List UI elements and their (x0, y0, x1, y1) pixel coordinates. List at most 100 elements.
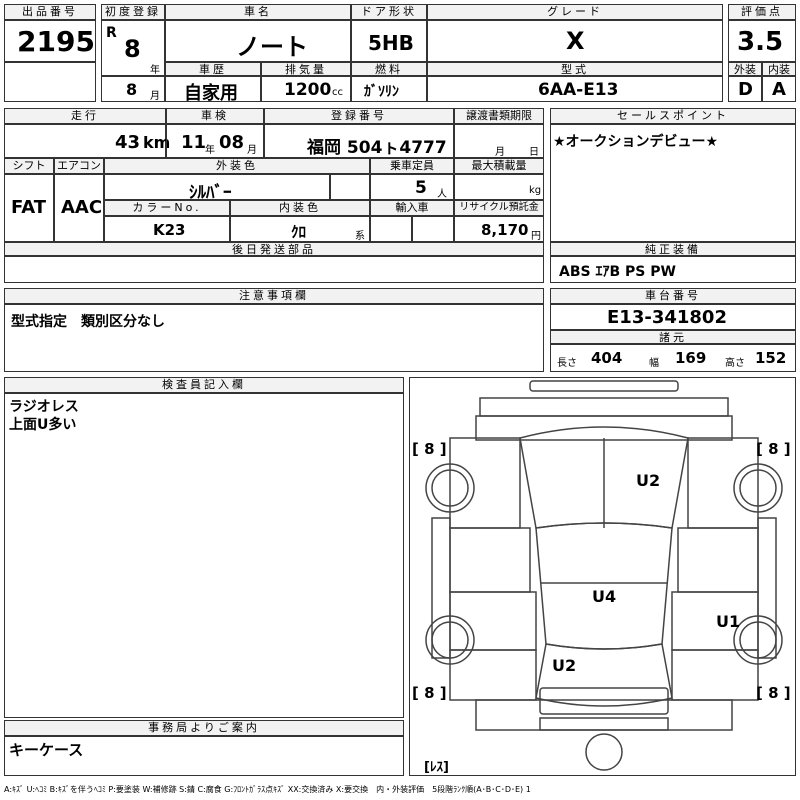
recycle-value: 8,170 (481, 221, 529, 239)
first-reg-header: 初度登録 (101, 4, 165, 20)
first-reg-year: 8 (124, 35, 141, 63)
ext-color-extra-cell (330, 174, 370, 200)
score-ext-header: 外装 (728, 62, 762, 76)
capacity-header: 乗車定員 (370, 158, 454, 174)
specs-header: 諸元 (550, 330, 796, 344)
spare-mark: [ﾚｽ] (424, 760, 449, 775)
registration-header: 登録番号 (264, 108, 454, 124)
displacement-header: 排気量 (261, 62, 351, 76)
first-reg-year-unit: 年 (150, 65, 160, 76)
right-skirt (757, 517, 777, 659)
tire-fr-mark: [ 8 ] (756, 440, 791, 458)
later-parts-header: 後日発送部品 (4, 242, 544, 256)
score-int-value: A (772, 79, 786, 100)
front-outline (479, 397, 729, 417)
aircon-header: エアコン (54, 158, 104, 174)
specs-length-label: 長さ (557, 358, 577, 369)
car-diagram: [ 8 ] [ 8 ] [ 8 ] [ 8 ] U2 U4 U1 U2 [ﾚｽ] (409, 377, 796, 776)
rear-bumper-outline (539, 687, 669, 715)
score-ext-value: D (738, 79, 753, 100)
first-reg-era: R (106, 25, 117, 41)
capacity-value: 5 (415, 178, 427, 198)
model-header: 型式 (427, 62, 723, 76)
specs-height: 152 (755, 349, 787, 367)
car-name-cell: ノート (165, 20, 351, 62)
registration-value: 福岡 504ㇳ4777 (307, 138, 447, 158)
left-rear-door (449, 591, 537, 651)
specs-width-label: 幅 (649, 358, 659, 369)
roof-outline (535, 522, 673, 650)
lot-empty-cell (4, 62, 96, 102)
later-parts-cell (4, 256, 544, 283)
chassis-cell: E13-341802 (550, 304, 796, 330)
ext-color-header: 外装色 (104, 158, 370, 174)
max-load-cell: kg (454, 174, 544, 200)
right-front-fender (687, 437, 759, 529)
model-cell: 6AA-E13 (427, 76, 723, 102)
capacity-unit: 人 (437, 189, 447, 200)
specs-width: 169 (675, 349, 707, 367)
chassis-header: 車台番号 (550, 288, 796, 304)
score-int-header: 内装 (762, 62, 796, 76)
grade-value: X (566, 27, 585, 55)
registration-cell: 福岡 504ㇳ4777 (264, 124, 454, 158)
score-ext-cell: D (728, 76, 762, 102)
office-header: 事務局よりご案内 (4, 720, 404, 736)
history-value: 自家用 (184, 83, 238, 104)
caution-cell: 型式指定 類別区分なし (4, 304, 544, 372)
shift-cell: FAT (4, 174, 54, 242)
aircon-cell: AAC (54, 174, 104, 242)
int-color-cell: ｸﾛ 系 (230, 216, 370, 242)
rear-bumper-lower (539, 717, 669, 731)
score-cell: 3.5 (728, 20, 796, 62)
sales-point-cell: ★オークションデビュー★ (550, 124, 796, 242)
equipment-value: ABS ｴｱB PS PW (559, 264, 676, 280)
import-cell-b (412, 216, 454, 242)
inspector-line-2: 上面U多い (9, 417, 77, 433)
caution-header: 注意事項欄 (4, 288, 544, 304)
lot-header: 出品番号 (4, 4, 96, 20)
inspection-header: 車検 (166, 108, 264, 124)
first-reg-month: 8 (126, 80, 138, 99)
left-rear-fender (449, 649, 537, 701)
mileage-value: 43 (115, 132, 141, 153)
lot-cell: 2195 (4, 20, 96, 62)
int-color-unit: 系 (355, 231, 365, 242)
transfer-month-unit: 月 (495, 147, 505, 158)
sales-point-header: セールスポイント (550, 108, 796, 124)
mileage-cell: 43 km (4, 124, 170, 158)
color-no-value: K23 (153, 221, 186, 239)
door-value: 5HB (368, 31, 414, 55)
first-reg-month-unit: 月 (150, 91, 160, 102)
rear-panel-outline (475, 699, 733, 731)
specs-length: 404 (591, 349, 623, 367)
displacement-cell: 1200 cc (261, 76, 351, 102)
import-cell-a (370, 216, 412, 242)
fuel-cell: ｶﾞｿﾘﾝ (351, 76, 427, 102)
recycle-unit: 円 (531, 231, 541, 242)
history-cell: 自家用 (165, 76, 261, 104)
inspection-year-unit: 年 (205, 145, 215, 156)
inspector-cell: ラジオレス 上面U多い (4, 393, 404, 718)
import-header: 輸入車 (370, 200, 454, 216)
score-int-cell: A (762, 76, 796, 102)
equipment-cell: ABS ｴｱB PS PW (550, 256, 796, 283)
inspector-line-1: ラジオレス (9, 399, 79, 415)
specs-height-label: 高さ (725, 358, 745, 369)
tire-rl-mark: [ 8 ] (412, 684, 447, 702)
max-load-unit: kg (529, 185, 542, 196)
inspector-header: 検査員記入欄 (4, 377, 404, 393)
grade-header: グレード (427, 4, 723, 20)
specs-cell: 長さ 404 幅 169 高さ 152 (550, 344, 796, 372)
transfer-cell: 月 日 (454, 124, 544, 158)
transfer-header: 譲渡書類期限 (454, 108, 544, 124)
fuel-value: ｶﾞｿﾘﾝ (364, 84, 399, 100)
tire-fl-mark: [ 8 ] (412, 440, 447, 458)
legend-text: A:ｷｽﾞ U:ﾍｺﾐ B:ｷｽﾞを伴うﾍｺﾐ P:要塗装 W:補修跡 S:錆 … (4, 785, 531, 794)
car-name-header: 車名 (165, 4, 351, 20)
right-rear-door (671, 591, 759, 651)
rear-window-outline (535, 643, 673, 707)
left-skirt (431, 517, 451, 659)
score-value: 3.5 (737, 27, 784, 57)
recycle-header: リサイクル預託金 (454, 200, 544, 216)
